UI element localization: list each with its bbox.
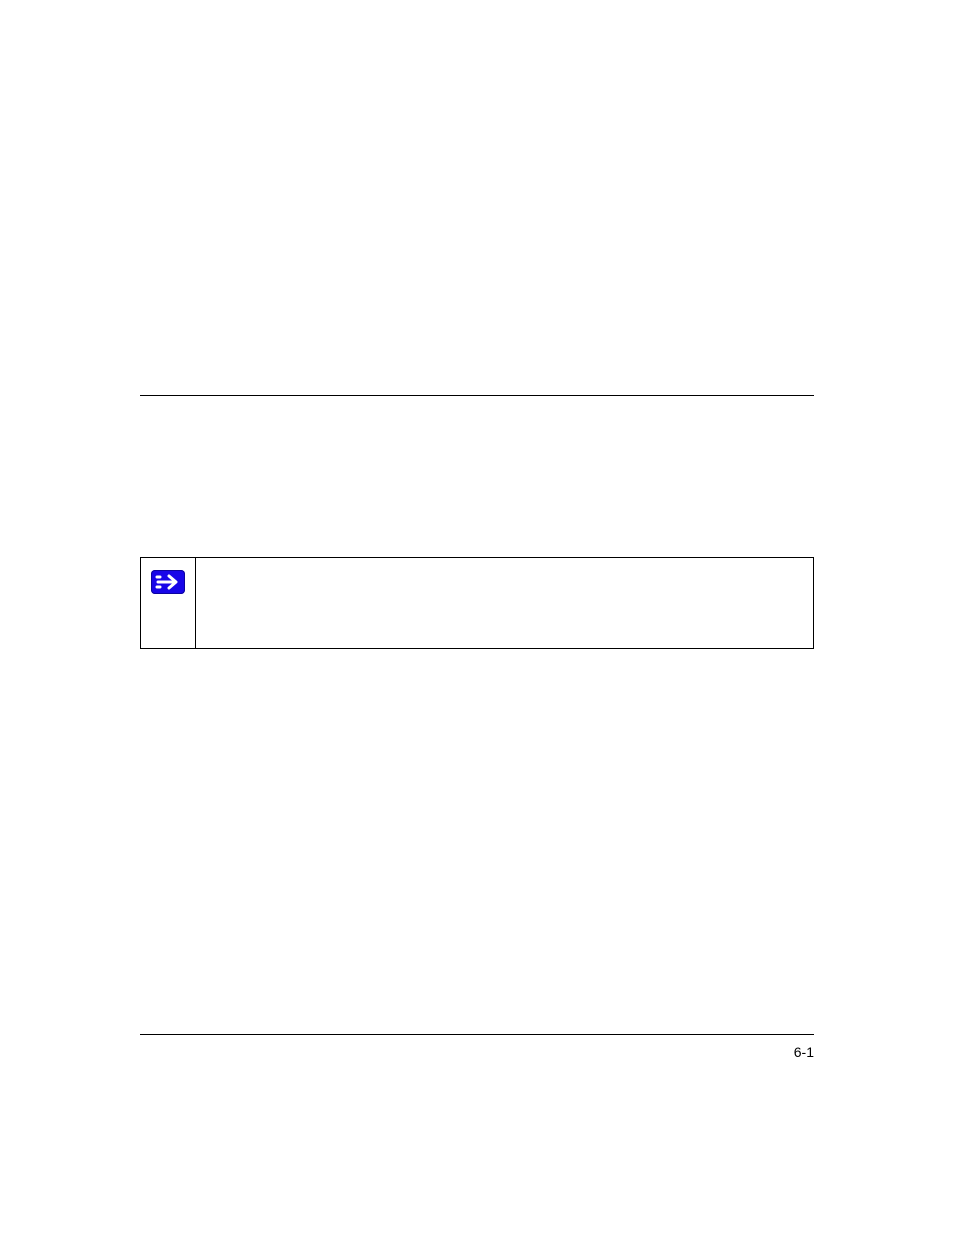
page-number: 6-1 bbox=[794, 1044, 814, 1060]
page-footer: 6-1 bbox=[140, 1044, 814, 1060]
note-callout: Note: The feature "Allow Upgrade or Chec… bbox=[140, 557, 814, 649]
content-area: Chapter 6 Using Network Monitoring Tools… bbox=[140, 0, 814, 1235]
document-page: Chapter 6 Using Network Monitoring Tools… bbox=[0, 0, 954, 1235]
note-text: Note: The feature "Allow Upgrade or Chec… bbox=[196, 558, 813, 648]
intro-paragraph-1: This chapter describes how to use the ma… bbox=[140, 440, 814, 485]
note-icon-cell bbox=[141, 558, 196, 648]
chapter-title: Using Network Monitoring Tools bbox=[385, 330, 814, 362]
horizontal-rule-top bbox=[140, 395, 814, 396]
intro-paragraph-2: You can access these features by selecti… bbox=[140, 501, 814, 546]
arrow-right-icon bbox=[151, 570, 185, 594]
intro-paragraphs: This chapter describes how to use the ma… bbox=[140, 440, 814, 546]
version-string: v1.0, August 2009 bbox=[140, 1068, 228, 1080]
horizontal-rule-bottom bbox=[140, 1034, 814, 1035]
chapter-label: Chapter 6 bbox=[685, 280, 814, 312]
